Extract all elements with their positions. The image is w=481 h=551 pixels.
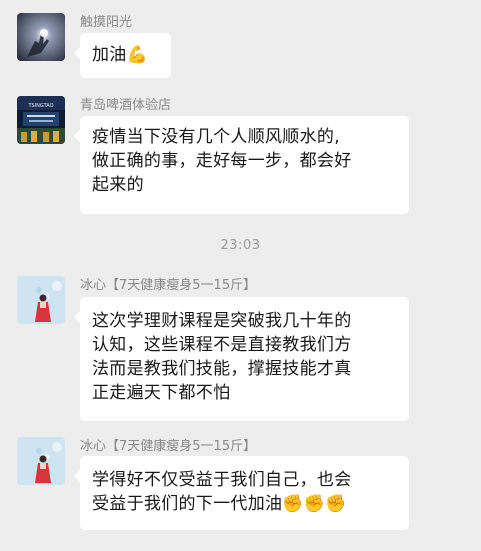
sender-name: 青岛啤酒体验店: [80, 98, 172, 113]
message-bubble[interactable]: 这次学理财课程是突破我几十年的 认知，这些课程不是直接教我们方 法而是教我们技能…: [74, 297, 409, 421]
message-text-line: 学得好不仅受益于我们自己，也会: [92, 470, 352, 490]
message-text: 受益于我们的下一代加油: [92, 494, 283, 514]
raised-fist-emoji: ✊✊✊: [282, 494, 347, 514]
message-text-line: 起来的: [92, 175, 144, 195]
sender-name: 触摸阳光: [80, 15, 133, 30]
sender-name: 冰心【7天健康瘦身5一15斤】: [80, 278, 257, 293]
message-text-line: 疫情当下没有几个人顺风顺水的,: [92, 127, 340, 147]
message-text-line: 受益于我们的下一代加油✊✊✊: [92, 492, 397, 516]
message-text: 加油: [92, 45, 127, 65]
message-bubble[interactable]: 学得好不仅受益于我们自己，也会 受益于我们的下一代加油✊✊✊: [74, 456, 409, 530]
woman-red-dress-avatar-icon[interactable]: [17, 437, 65, 485]
sender-name: 冰心【7天健康瘦身5一15斤】: [80, 439, 257, 454]
woman-red-dress-avatar-icon[interactable]: [17, 276, 65, 324]
chat-window: 触摸阳光 加油💪 TSINGTAO 青岛啤酒体验店 疫情当下没有几个人顺风顺水的…: [0, 0, 481, 551]
message-text-line: 法而是教我们技能，撑握技能才真: [92, 359, 352, 379]
message-bubble[interactable]: 加油💪: [74, 33, 171, 78]
svg-text:TSINGTAO: TSINGTAO: [27, 103, 53, 109]
timestamp: 23:03: [220, 238, 261, 253]
message-text-line: 认知，这些课程不是直接教我们方: [92, 335, 352, 355]
flexed-biceps-emoji: 💪: [126, 45, 149, 65]
message-text-line: 做正确的事，走好每一步，都会好: [92, 151, 352, 171]
beer-store-avatar-icon[interactable]: TSINGTAO: [17, 96, 65, 144]
message-text-line: 这次学理财课程是突破我几十年的: [92, 311, 352, 331]
sunlight-hand-avatar-icon[interactable]: [17, 13, 65, 61]
message-text-line: 正走遍天下都不怕: [92, 383, 231, 403]
message-bubble[interactable]: 疫情当下没有几个人顺风顺水的, 做正确的事，走好每一步，都会好 起来的: [74, 116, 409, 214]
